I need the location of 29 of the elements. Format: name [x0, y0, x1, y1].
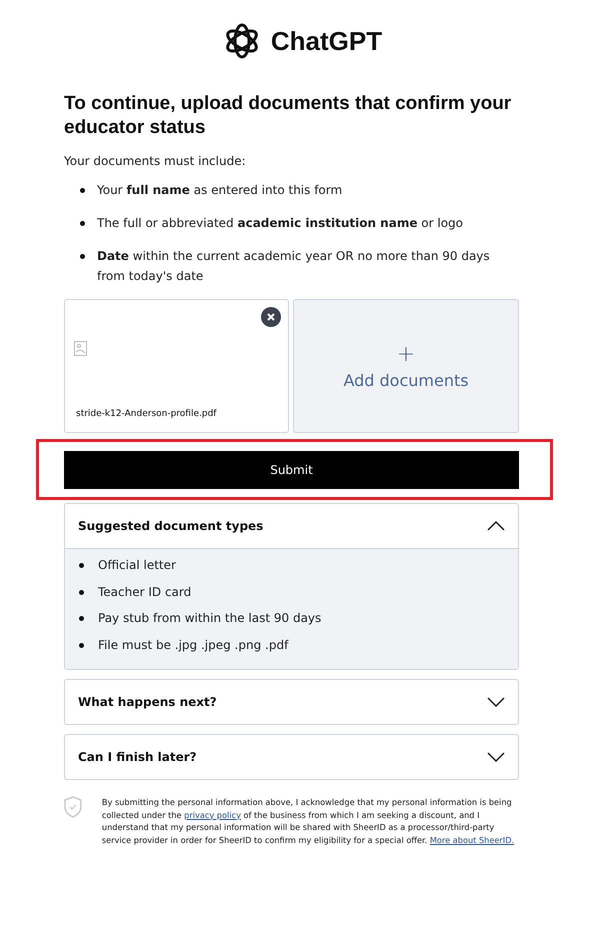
disclaimer-text: By submitting the personal information above, I acknowledge that my personal information is being collected under the privacy policy of the business from which I am seeking a discount, and I understand that my personal information will be shared with SheerID as a processor/third-party service provider in order for SheerID to confirm my eligibility for a special offer. More about SheerID. [102, 796, 516, 846]
document-type-item: File must be .jpg .jpeg .png .pdf [98, 636, 288, 652]
add-documents-button[interactable]: + Add documents [293, 299, 519, 433]
document-type-item: Teacher ID card [98, 584, 192, 600]
requirement-item: The full or abbreviated academic institution name or logo [97, 215, 464, 232]
bullet-icon [79, 616, 84, 621]
chevron-icon [487, 752, 505, 762]
page-heading: To continue, upload documents that confirm your educator status [64, 92, 512, 140]
bullet-icon [80, 221, 85, 226]
logo-text: ChatGPT [270, 26, 382, 56]
bullet-icon [79, 590, 84, 594]
bullet-icon [79, 563, 84, 568]
disclaimer-link[interactable]: privacy policy [184, 810, 241, 820]
close-icon[interactable] [261, 307, 281, 327]
bullet-icon [80, 188, 85, 193]
requirement-item: Your full name as entered into this form [97, 182, 342, 199]
image-icon [74, 341, 87, 356]
requirement-item: Date within the current academic year OR no more than 90 days from today's date [97, 248, 491, 285]
chevron-icon [487, 697, 505, 707]
disclaimer-link[interactable]: More about SheerID. [430, 834, 514, 844]
intro-text: Your documents must include: [64, 154, 247, 168]
bullet-icon [80, 254, 85, 259]
bullet-icon [79, 642, 84, 648]
document-type-item: Official letter [98, 557, 176, 573]
document-type-item: Pay stub from within the last 90 days [98, 610, 322, 626]
shield-icon [64, 796, 82, 818]
chevron-icon [487, 521, 505, 531]
submit-button[interactable]: Submit [64, 451, 519, 489]
file-name: stride-k12-Anderson-profile.pdf [76, 409, 216, 419]
